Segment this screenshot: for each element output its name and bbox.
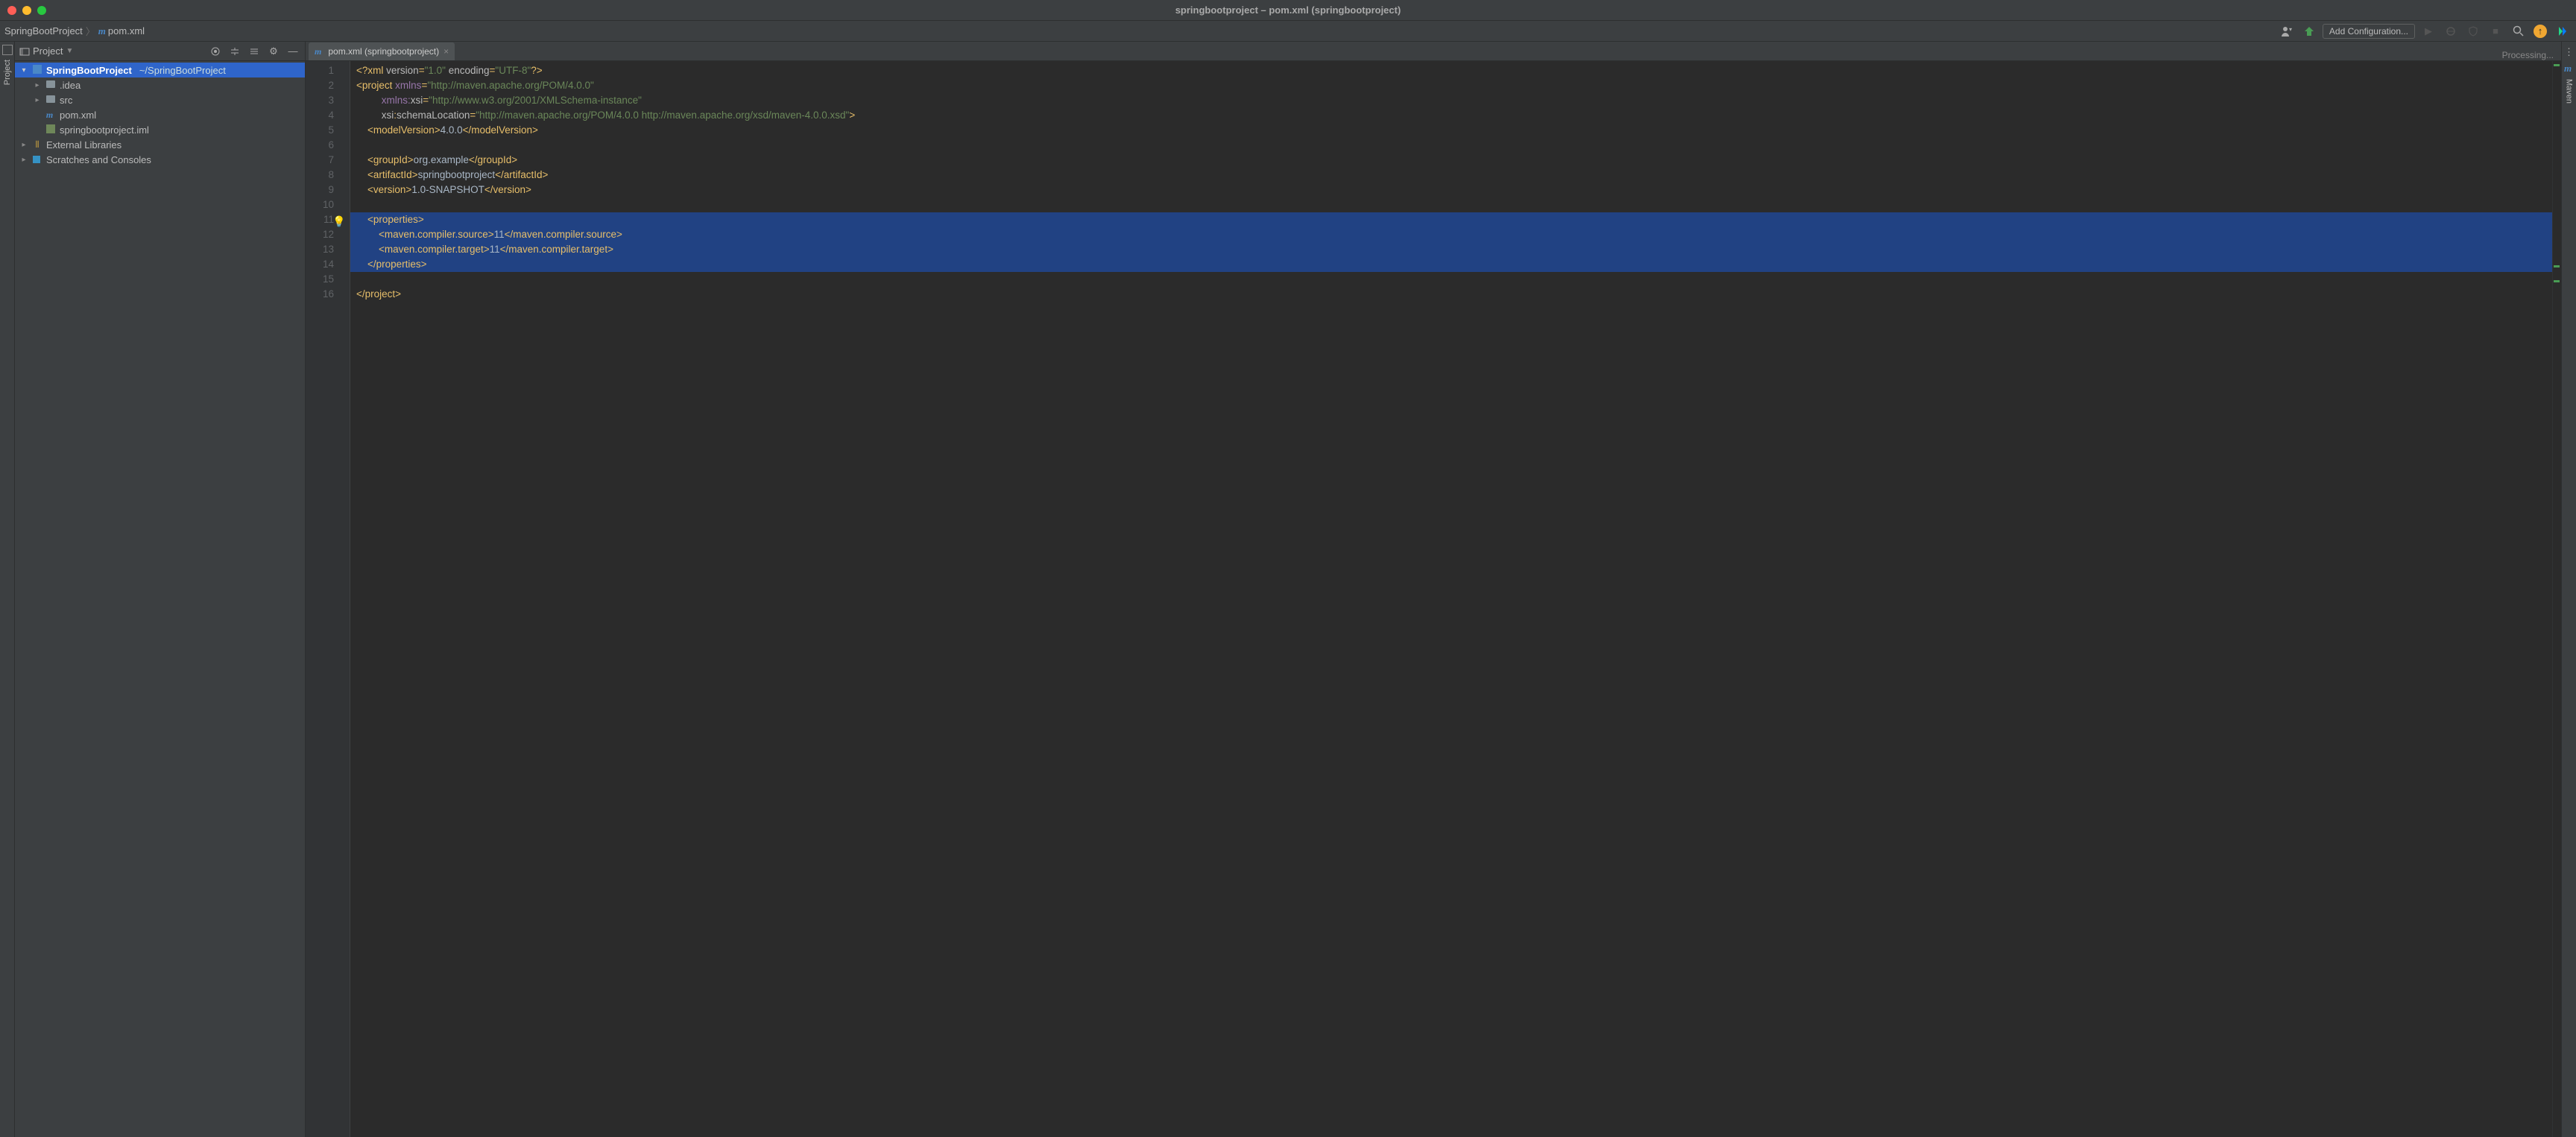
user-icon[interactable]: ▾ bbox=[2278, 22, 2296, 40]
minimize-window-button[interactable] bbox=[22, 6, 31, 15]
build-icon[interactable] bbox=[2300, 22, 2318, 40]
run-configurations-button[interactable]: Add Configuration... bbox=[2323, 24, 2415, 39]
tool-settings-icon[interactable]: ⚙ bbox=[266, 44, 281, 59]
editor-status-text: Processing... bbox=[2502, 50, 2561, 60]
code-line[interactable]: <?xml version="1.0" encoding="UTF-8"?> bbox=[350, 63, 2552, 78]
code-line[interactable] bbox=[350, 138, 2552, 153]
project-tool-header: Project ▼ ⚙ — bbox=[15, 42, 305, 61]
maven-icon: m bbox=[315, 46, 321, 57]
svg-text:▾: ▾ bbox=[2289, 26, 2292, 33]
editor-tab-pom[interactable]: m pom.xml (springbootproject) × bbox=[309, 42, 455, 60]
code-line[interactable]: xsi:schemaLocation="http://maven.apache.… bbox=[350, 108, 2552, 123]
right-tool-stripe: ⋮ m Maven bbox=[2561, 42, 2576, 1137]
breadcrumb-file[interactable]: mpom.xml bbox=[98, 25, 145, 37]
module-icon bbox=[31, 65, 43, 76]
project-tool-label[interactable]: Project bbox=[3, 60, 12, 85]
breadcrumb-file-label: pom.xml bbox=[108, 25, 145, 37]
error-stripe[interactable] bbox=[2552, 61, 2561, 1137]
tree-item-label: springbootproject.iml bbox=[60, 124, 149, 136]
editor-tab-label: pom.xml (springbootproject) bbox=[328, 46, 439, 57]
close-window-button[interactable] bbox=[7, 6, 16, 15]
chevron-right-icon[interactable]: ▸ bbox=[33, 96, 42, 104]
expand-all-icon[interactable] bbox=[227, 44, 242, 59]
code-line[interactable]: <version>1.0-SNAPSHOT</version> bbox=[350, 183, 2552, 197]
tree-item--idea[interactable]: ▸ .idea bbox=[15, 77, 305, 92]
tree-item-label: SpringBootProject bbox=[46, 65, 132, 76]
folder-icon bbox=[45, 95, 57, 105]
tree-item-src[interactable]: ▸ src bbox=[15, 92, 305, 107]
project-tool-window: Project ▼ ⚙ — ▾ SpringBootProject ~/Spring… bbox=[15, 42, 306, 1137]
iml-file-icon bbox=[45, 124, 57, 136]
tree-item-springbootproject[interactable]: ▾ SpringBootProject ~/SpringBootProject bbox=[15, 63, 305, 77]
chevron-right-icon[interactable]: ▸ bbox=[19, 156, 28, 164]
zoom-window-button[interactable] bbox=[37, 6, 46, 15]
breadcrumb-project[interactable]: SpringBootProject bbox=[4, 25, 83, 37]
tree-item-label: .idea bbox=[60, 80, 80, 91]
chevron-right-icon[interactable]: ▸ bbox=[33, 81, 42, 89]
inspection-ok-marker bbox=[2554, 64, 2560, 66]
tree-item-path-hint: ~/SpringBootProject bbox=[139, 65, 226, 76]
code-line[interactable]: xmlns:xsi="http://www.w3.org/2001/XMLSch… bbox=[350, 93, 2552, 108]
tree-item-springbootproject-iml[interactable]: springbootproject.iml bbox=[15, 122, 305, 137]
project-view-selector[interactable]: Project ▼ bbox=[19, 45, 73, 57]
project-tool-icon[interactable] bbox=[2, 45, 13, 55]
left-tool-stripe: Project bbox=[0, 42, 15, 1137]
chevron-right-icon[interactable]: ▸ bbox=[19, 141, 28, 149]
code-line[interactable]: <maven.compiler.target>11</maven.compile… bbox=[350, 242, 2552, 257]
inspection-marker bbox=[2554, 280, 2560, 282]
titlebar: springbootproject – pom.xml (springbootp… bbox=[0, 0, 2576, 21]
chevron-down-icon: ▼ bbox=[66, 47, 73, 55]
hide-tool-icon[interactable]: — bbox=[285, 44, 300, 59]
breadcrumb-separator-icon: 〉 bbox=[86, 24, 95, 38]
tree-item-label: pom.xml bbox=[60, 110, 96, 121]
folder-icon bbox=[45, 80, 57, 90]
tree-item-label: Scratches and Consoles bbox=[46, 154, 151, 165]
project-view-label: Project bbox=[33, 45, 63, 57]
scratch-icon bbox=[31, 154, 43, 165]
navigation-bar: SpringBootProject 〉 mpom.xml ▾ Add Confi… bbox=[0, 21, 2576, 42]
project-tree[interactable]: ▾ SpringBootProject ~/SpringBootProject ▸ .i… bbox=[15, 61, 305, 168]
editor-area: m pom.xml (springbootproject) × Processi… bbox=[306, 42, 2561, 1137]
library-icon: ⫴ bbox=[31, 139, 43, 151]
code-with-me-icon[interactable] bbox=[2554, 22, 2572, 40]
window-title: springbootproject – pom.xml (springbootp… bbox=[1175, 4, 1401, 16]
collapse-all-icon[interactable] bbox=[247, 44, 262, 59]
code-editor[interactable]: 12345678910111213141516 <?xml version="1… bbox=[306, 61, 2561, 1137]
tree-item-scratches-and-consoles[interactable]: ▸ Scratches and Consoles bbox=[15, 152, 305, 167]
tab-options-icon[interactable]: ⋮ bbox=[2564, 46, 2574, 58]
tree-item-label: External Libraries bbox=[46, 139, 121, 151]
run-icon[interactable]: ▶ bbox=[2419, 22, 2437, 40]
code-line[interactable]: <groupId>org.example</groupId> bbox=[350, 153, 2552, 168]
close-tab-icon[interactable]: × bbox=[443, 46, 449, 57]
ide-update-icon[interactable]: ↑ bbox=[2531, 22, 2549, 40]
intention-bulb-icon[interactable]: 💡 bbox=[332, 214, 345, 229]
chevron-down-icon[interactable]: ▾ bbox=[19, 66, 28, 75]
debug-icon[interactable] bbox=[2442, 22, 2460, 40]
maven-tool-label[interactable]: Maven bbox=[2565, 79, 2574, 104]
search-icon[interactable] bbox=[2509, 22, 2527, 40]
code-content[interactable]: <?xml version="1.0" encoding="UTF-8"?><p… bbox=[350, 61, 2552, 1137]
code-line[interactable]: <modelVersion>4.0.0</modelVersion> bbox=[350, 123, 2552, 138]
code-line[interactable] bbox=[350, 197, 2552, 212]
maven-icon: m bbox=[45, 110, 57, 121]
run-with-coverage-icon[interactable] bbox=[2464, 22, 2482, 40]
code-line[interactable]: <maven.compiler.source>11</maven.compile… bbox=[350, 227, 2552, 242]
select-opened-file-icon[interactable] bbox=[208, 44, 223, 59]
code-line[interactable]: <artifactId>springbootproject</artifactI… bbox=[350, 168, 2552, 183]
code-line[interactable]: <project xmlns="http://maven.apache.org/… bbox=[350, 78, 2552, 93]
inspection-marker bbox=[2554, 265, 2560, 267]
project-icon bbox=[19, 46, 30, 57]
tree-item-pom-xml[interactable]: mpom.xml bbox=[15, 107, 305, 122]
tree-item-external-libraries[interactable]: ▸⫴External Libraries bbox=[15, 137, 305, 152]
maven-icon: m bbox=[98, 25, 106, 37]
stop-icon[interactable]: ■ bbox=[2487, 22, 2504, 40]
maven-icon[interactable]: m bbox=[2564, 63, 2572, 75]
code-line[interactable]: </properties> bbox=[350, 257, 2552, 272]
tree-item-label: src bbox=[60, 95, 72, 106]
code-line[interactable] bbox=[350, 272, 2552, 287]
editor-tabs: m pom.xml (springbootproject) × Processi… bbox=[306, 42, 2561, 61]
code-line[interactable]: </project> bbox=[350, 287, 2552, 302]
breadcrumb[interactable]: SpringBootProject 〉 mpom.xml bbox=[4, 24, 145, 38]
code-line[interactable]: <properties>💡 bbox=[350, 212, 2552, 227]
